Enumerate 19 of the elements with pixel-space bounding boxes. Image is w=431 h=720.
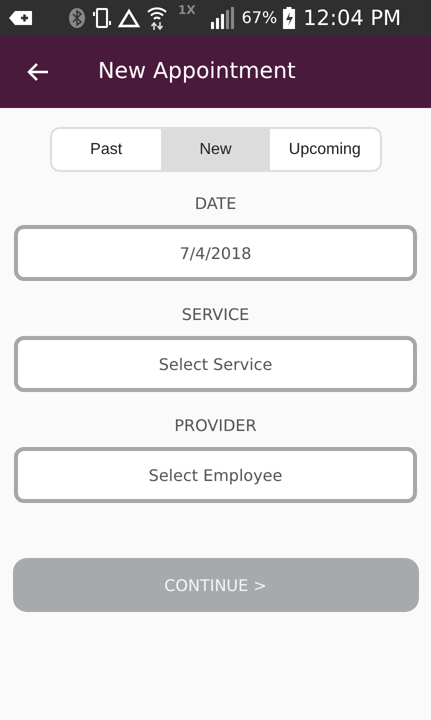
field-label: SERVICE [182,305,250,324]
screen-title: New Appointment [98,59,296,84]
input-field[interactable]: Select Service [14,336,417,392]
clock: 12:04 PM [303,6,402,30]
notification-icon [8,8,34,26]
field-label: DATE [194,194,236,213]
segment-tab[interactable]: New [160,129,270,170]
signal-icon [210,6,236,28]
network-type-label: 1X [178,3,196,17]
battery-percent: 67% [242,8,278,27]
triangle-icon [118,8,140,28]
input-field[interactable]: Select Employee [14,447,417,503]
wifi-icon [146,6,168,30]
battery-charging-icon [283,6,296,28]
phone-vibrate-icon [92,6,112,28]
back-arrow-icon[interactable] [26,62,50,82]
input-field[interactable]: 7/4/2018 [14,225,417,281]
bluetooth-icon [68,6,86,28]
field-label: PROVIDER [174,416,257,435]
